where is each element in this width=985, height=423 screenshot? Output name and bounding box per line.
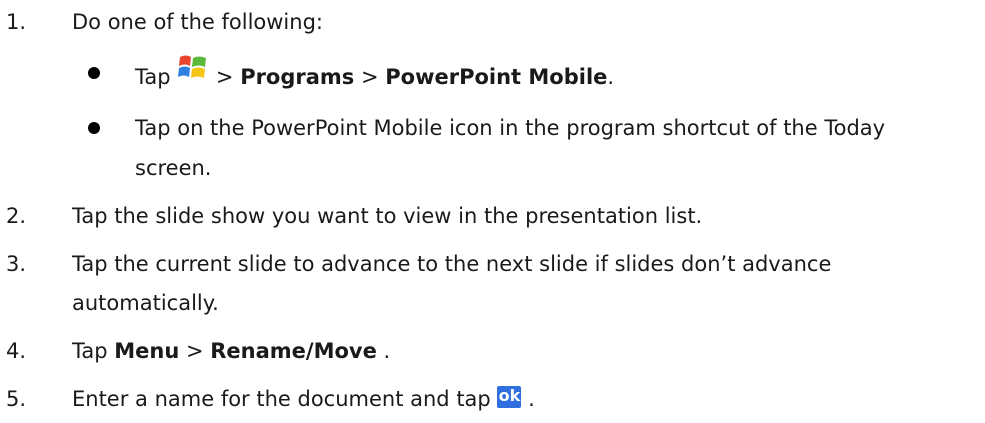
ok-icon: ok bbox=[497, 386, 522, 408]
step-number: 3. bbox=[6, 252, 27, 276]
step-number: 4. bbox=[6, 339, 27, 363]
step-text-line-1: Tap the current slide to advance to the … bbox=[72, 252, 832, 276]
step-text-line-2: automatically. bbox=[72, 291, 219, 315]
bullet-text: Tap > Programs > PowerPoint Mobile. bbox=[135, 55, 614, 96]
step-text: Tap Menu > Rename/Move . bbox=[72, 339, 391, 363]
bullet-dot bbox=[88, 122, 100, 134]
bullet-text-line-1: Tap on the PowerPoint Mobile icon in the… bbox=[135, 116, 886, 140]
step-number: 2. bbox=[6, 204, 27, 228]
windows-start-flag-icon bbox=[177, 52, 209, 88]
step-text: Tap the slide show you want to view in t… bbox=[72, 204, 703, 228]
menu-label: Menu bbox=[114, 339, 180, 363]
instructions-document: 1. Do one of the following: Tap > Progra… bbox=[0, 0, 985, 423]
step-number: 1. bbox=[6, 10, 27, 34]
rename-move-label: Rename/Move bbox=[210, 339, 377, 363]
programs-label: Programs bbox=[240, 65, 355, 89]
step-text: Enter a name for the document and tap ok… bbox=[72, 386, 535, 411]
bullet-text-line-2: screen. bbox=[135, 156, 212, 180]
bullet-dot bbox=[88, 67, 100, 79]
powerpoint-mobile-label: PowerPoint Mobile bbox=[385, 65, 608, 89]
step-number: 5. bbox=[6, 387, 27, 411]
step-text: Do one of the following: bbox=[72, 10, 323, 34]
